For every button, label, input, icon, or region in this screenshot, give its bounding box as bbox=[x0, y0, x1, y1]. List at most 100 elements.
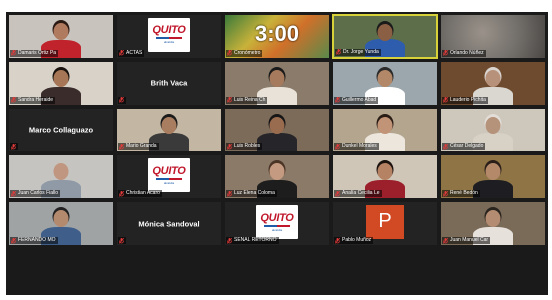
participant-tile[interactable]: Damaris Ortiz Pa bbox=[8, 14, 114, 59]
muted-mic-icon bbox=[443, 97, 448, 103]
participant-tile[interactable]: Luis Reina Ch bbox=[224, 60, 330, 106]
participant-nameplate: Juan Manuel Car bbox=[442, 237, 491, 245]
participant-nameplate: Luis Reina Ch bbox=[226, 96, 268, 104]
participant-name-label: Sandra Heraide bbox=[18, 96, 54, 103]
quito-logo-icon: QUITO alcaldía bbox=[256, 205, 298, 240]
participant-tile[interactable]: P Pablo Muñoz bbox=[332, 201, 438, 247]
muted-mic-icon bbox=[335, 237, 340, 244]
participant-tile[interactable]: Analía Cecilia Le bbox=[332, 154, 438, 200]
participant-name-label: Dunkel Morales bbox=[342, 143, 377, 150]
participant-nameplate: SEÑAL RETORNO bbox=[226, 237, 279, 245]
participant-nameplate: Damaris Ortiz Pa bbox=[10, 49, 59, 57]
participant-name-label: Cronómetro bbox=[234, 49, 261, 56]
participant-name-label: Orlando Núñez bbox=[450, 49, 484, 56]
participant-name-label: Luis Robles bbox=[234, 143, 261, 150]
muted-mic-icon bbox=[227, 143, 232, 150]
countdown-timer: 3:00 bbox=[254, 20, 300, 46]
participant-nameplate: Dr. Jorge Yunda bbox=[335, 48, 381, 56]
participant-tile[interactable]: Marco Collaguazo bbox=[8, 107, 114, 153]
participant-name-label: Pablo Muñoz bbox=[342, 237, 372, 244]
muted-mic-icon bbox=[119, 50, 124, 57]
participant-nameplate: Orlando Núñez bbox=[442, 49, 486, 57]
participant-nameplate: Cronómetro bbox=[226, 49, 263, 57]
participant-nameplate: Sandra Heraide bbox=[10, 96, 56, 104]
participant-nameplate: Guillermo Abad bbox=[334, 96, 379, 104]
muted-mic-icon bbox=[443, 50, 448, 57]
muted-mic-icon bbox=[11, 50, 16, 57]
participant-nameplate bbox=[118, 237, 126, 245]
meeting-video-grid: Damaris Ortiz Pa QUITO alcaldía ACTAS 3:00 Cr… bbox=[6, 12, 548, 295]
muted-mic-icon bbox=[336, 49, 341, 56]
participant-display-name: Mónica Sandoval bbox=[138, 219, 200, 229]
participant-nameplate: Juan Carlos Fiallo bbox=[10, 190, 61, 198]
participant-tile[interactable]: Lauderio Pichita bbox=[440, 60, 546, 106]
participant-tile[interactable]: Dunkel Morales bbox=[332, 107, 438, 153]
participant-nameplate: César Delgado bbox=[442, 143, 486, 151]
participant-name-label: SEÑAL RETORNO bbox=[234, 237, 277, 244]
participant-tile[interactable]: Guillermo Abad bbox=[332, 60, 438, 106]
participant-name-label: Luis Reina Ch bbox=[234, 96, 266, 103]
participant-name-label: Luz Elena Coloma bbox=[234, 190, 275, 197]
participant-nameplate: Luis Robles bbox=[226, 143, 263, 151]
participant-name-label: Mario Granda bbox=[126, 143, 157, 150]
muted-mic-icon bbox=[119, 190, 124, 197]
participant-name-label: Lauderio Pichita bbox=[450, 96, 486, 103]
participant-tile[interactable]: QUITO alcaldía SEÑAL RETORNO bbox=[224, 201, 330, 247]
muted-mic-icon bbox=[227, 190, 232, 197]
muted-mic-icon bbox=[227, 97, 232, 103]
participant-tile[interactable]: Mario Granda bbox=[116, 107, 222, 153]
participant-tile[interactable]: Orlando Núñez bbox=[440, 14, 546, 59]
participant-name-label: Christian Acaro bbox=[126, 190, 160, 197]
participant-tile[interactable]: René Bedón bbox=[440, 154, 546, 200]
participant-nameplate: Pablo Muñoz bbox=[334, 237, 374, 245]
participant-tile[interactable]: Luis Robles bbox=[224, 107, 330, 153]
participant-tile[interactable]: 3:00 Cronómetro bbox=[224, 14, 330, 59]
participant-tile[interactable]: Brith Vaca bbox=[116, 60, 222, 106]
muted-mic-icon bbox=[11, 97, 16, 103]
participant-name-label: René Bedón bbox=[450, 190, 478, 197]
participant-tile[interactable]: Dr. Jorge Yunda bbox=[332, 14, 438, 59]
participant-nameplate: Dunkel Morales bbox=[334, 143, 379, 151]
muted-mic-icon bbox=[227, 50, 232, 57]
quito-logo-icon: QUITO alcaldía bbox=[148, 158, 190, 193]
participant-name-label: FERNANDO MO bbox=[18, 237, 56, 244]
participant-nameplate bbox=[10, 143, 18, 151]
participant-tile[interactable]: César Delgado bbox=[440, 107, 546, 153]
muted-mic-icon bbox=[119, 143, 124, 150]
participant-name-label: ACTAS bbox=[126, 49, 143, 56]
participant-tile[interactable]: FERNANDO MO bbox=[8, 201, 114, 247]
participant-nameplate bbox=[118, 96, 126, 104]
participant-nameplate: Lauderio Pichita bbox=[442, 96, 488, 104]
muted-mic-icon bbox=[443, 190, 448, 197]
muted-mic-icon bbox=[443, 143, 448, 150]
participant-nameplate: Analía Cecilia Le bbox=[334, 190, 382, 198]
participant-tile[interactable]: Luz Elena Coloma bbox=[224, 154, 330, 200]
muted-mic-icon bbox=[335, 190, 340, 197]
participant-nameplate: Mario Granda bbox=[118, 143, 159, 151]
participant-tile[interactable]: Mónica Sandoval bbox=[116, 201, 222, 247]
quito-logo-icon: QUITO alcaldía bbox=[148, 17, 190, 52]
participant-name-label: Juan Manuel Car bbox=[450, 237, 489, 244]
muted-mic-icon bbox=[11, 143, 16, 150]
muted-mic-icon bbox=[335, 97, 340, 103]
participant-name-label: Guillermo Abad bbox=[342, 96, 377, 103]
muted-mic-icon bbox=[119, 237, 124, 244]
participant-tile[interactable]: Juan Manuel Car bbox=[440, 201, 546, 247]
participant-nameplate: Christian Acaro bbox=[118, 190, 162, 198]
muted-mic-icon bbox=[11, 190, 16, 197]
muted-mic-icon bbox=[335, 143, 340, 150]
participant-display-name: Brith Vaca bbox=[150, 78, 188, 88]
muted-mic-icon bbox=[443, 237, 448, 244]
participant-name-label: Analía Cecilia Le bbox=[342, 190, 380, 197]
participant-nameplate: René Bedón bbox=[442, 190, 480, 198]
participant-name-label: César Delgado bbox=[450, 143, 484, 150]
participant-tile[interactable]: QUITO alcaldía ACTAS bbox=[116, 14, 222, 59]
muted-mic-icon bbox=[119, 97, 124, 103]
participant-tile[interactable]: Juan Carlos Fiallo bbox=[8, 154, 114, 200]
participant-nameplate: ACTAS bbox=[118, 49, 145, 57]
participant-nameplate: Luz Elena Coloma bbox=[226, 190, 277, 198]
muted-mic-icon bbox=[227, 237, 232, 244]
participant-tile[interactable]: Sandra Heraide bbox=[8, 60, 114, 106]
participant-name-label: Juan Carlos Fiallo bbox=[18, 190, 59, 197]
participant-tile[interactable]: QUITO alcaldía Christian Acaro bbox=[116, 154, 222, 200]
